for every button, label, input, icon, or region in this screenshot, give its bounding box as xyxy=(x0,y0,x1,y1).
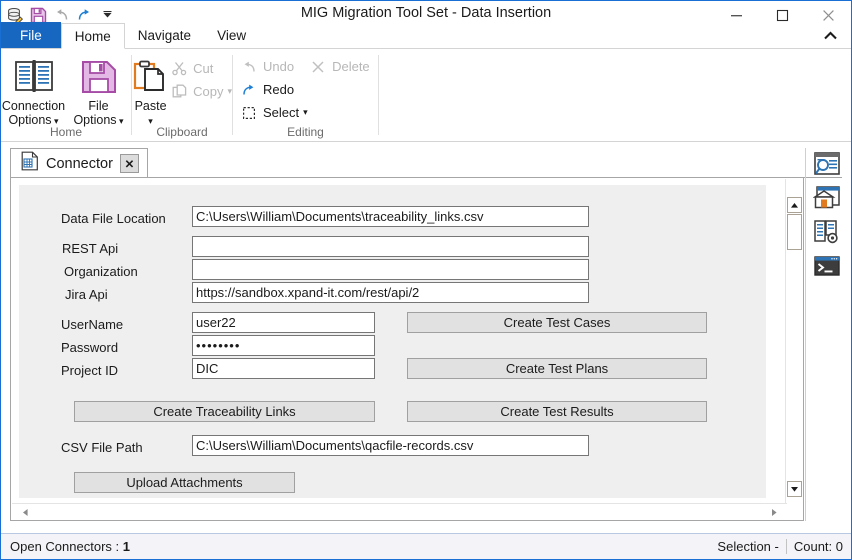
scroll-left-button[interactable] xyxy=(20,507,30,517)
select-icon xyxy=(239,103,259,123)
file-options-label-line1: File xyxy=(88,99,109,113)
copy-label: Copy xyxy=(193,84,224,99)
book-icon xyxy=(13,55,55,99)
input-username[interactable]: user22 xyxy=(192,312,375,333)
label-data-file-location: Data File Location xyxy=(61,211,166,226)
scroll-up-button[interactable] xyxy=(787,197,802,213)
horizontal-scrollbar[interactable] xyxy=(12,503,787,519)
label-rest-api: REST Api xyxy=(62,241,119,256)
redo-button[interactable]: Redo xyxy=(239,78,378,101)
status-selection-label: Selection - xyxy=(717,539,779,554)
connector-form-panel: Data File Location C:\Users\William\Docu… xyxy=(10,177,804,521)
redo-icon[interactable] xyxy=(74,5,94,25)
status-bar: Open Connectors : 1 Selection - Count: 0 xyxy=(1,533,851,559)
input-password[interactable]: •••••••• xyxy=(192,335,375,356)
label-csv-file-path: CSV File Path xyxy=(61,440,143,455)
input-jira-api[interactable]: https://sandbox.xpand-it.com/rest/api/2 xyxy=(192,282,589,303)
cut-button: Cut xyxy=(169,57,232,80)
label-username: UserName xyxy=(61,317,124,332)
tab-view[interactable]: View xyxy=(204,22,259,48)
side-rail xyxy=(809,148,845,288)
input-project-id[interactable]: DIC xyxy=(192,358,375,379)
redo-label: Redo xyxy=(263,82,295,97)
customize-qat-icon[interactable] xyxy=(97,5,117,25)
connector-document-icon xyxy=(21,151,39,176)
document-tab-connector[interactable]: Connector ✕ xyxy=(10,148,148,178)
side-rail-divider xyxy=(805,148,806,521)
undo-button: Undo xyxy=(239,55,294,78)
connection-options-label-line1: Connection xyxy=(1,99,66,113)
copy-icon xyxy=(169,82,189,102)
cut-label: Cut xyxy=(193,61,214,76)
create-test-plans-button[interactable]: Create Test Plans xyxy=(407,358,707,379)
status-count-label: Count: 0 xyxy=(785,539,843,554)
connection-options-button[interactable]: Connection Options ▾ xyxy=(1,53,66,127)
floppy-save-icon xyxy=(80,55,118,99)
copy-button: Copy ▾ xyxy=(169,80,232,103)
application-window: MIG Migration Tool Set - Data Insertion … xyxy=(0,0,852,560)
tab-navigate[interactable]: Navigate xyxy=(125,22,204,48)
select-button[interactable]: Select ▾ xyxy=(239,101,378,124)
redo-icon xyxy=(239,80,259,100)
delete-x-icon xyxy=(308,57,328,77)
input-data-file-location[interactable]: C:\Users\William\Documents\traceability_… xyxy=(192,206,589,227)
undo-icon xyxy=(239,57,259,77)
ribbon-group-label-editing: Editing xyxy=(287,125,324,139)
tab-file[interactable]: File xyxy=(1,22,61,48)
document-tab-label: Connector xyxy=(46,155,113,172)
ribbon-group-home: Connection Options ▾ File Options ▾ Home xyxy=(1,49,131,141)
delete-button: Delete xyxy=(308,55,370,78)
ribbon-group-editing: Undo Delete Redo Select ▾ Editing xyxy=(233,49,378,141)
scissors-icon xyxy=(169,59,189,79)
scroll-down-button[interactable] xyxy=(787,481,802,497)
create-traceability-links-button[interactable]: Create Traceability Links xyxy=(74,401,375,422)
label-organization: Organization xyxy=(64,264,138,279)
label-jira-api: Jira Api xyxy=(65,287,108,302)
archive-bank-icon[interactable] xyxy=(811,182,843,214)
status-right-group: Selection - Count: 0 xyxy=(717,539,851,554)
form-area: Data File Location C:\Users\William\Docu… xyxy=(19,185,766,498)
create-test-cases-button[interactable]: Create Test Cases xyxy=(407,312,707,333)
delete-label: Delete xyxy=(332,59,370,74)
undo-label: Undo xyxy=(263,59,295,74)
book-settings-icon[interactable] xyxy=(811,216,843,248)
status-open-connectors: Open Connectors : 1 xyxy=(1,539,130,554)
ribbon-group-label-clipboard: Clipboard xyxy=(156,125,208,139)
upload-attachments-button[interactable]: Upload Attachments xyxy=(74,472,295,493)
select-label: Select xyxy=(263,105,300,120)
input-csv-file-path[interactable]: C:\Users\William\Documents\qacfile-recor… xyxy=(192,435,589,456)
paste-icon xyxy=(133,55,169,99)
file-options-button[interactable]: File Options ▾ xyxy=(66,53,131,127)
label-project-id: Project ID xyxy=(61,363,119,378)
vertical-scrollbar[interactable] xyxy=(785,179,802,503)
ribbon-tab-bar: File Home Navigate View xyxy=(1,22,851,49)
ribbon-group-clipboard: Paste ▾ Cut Copy ▾ Clipboard xyxy=(132,49,232,141)
ribbon-separator xyxy=(378,55,379,135)
console-terminal-icon[interactable] xyxy=(811,250,843,282)
ribbon-group-label-home: Home xyxy=(49,125,82,139)
input-rest-api[interactable] xyxy=(192,236,589,257)
vertical-scrollbar-thumb[interactable] xyxy=(787,214,802,250)
status-open-connectors-value: 1 xyxy=(122,539,130,554)
chevron-down-icon[interactable]: ▾ xyxy=(303,108,308,117)
paste-button[interactable]: Paste ▾ xyxy=(132,53,169,127)
tab-home[interactable]: Home xyxy=(60,23,125,49)
ribbon: ConnectionOptions ▾ FileOptions ▾ Home xyxy=(1,49,851,142)
search-window-icon[interactable] xyxy=(811,148,843,180)
document-tab-strip: Connector ✕ xyxy=(10,148,842,178)
status-open-connectors-label: Open Connectors : xyxy=(10,539,120,554)
paste-label: Paste xyxy=(134,99,167,113)
create-test-results-button[interactable]: Create Test Results xyxy=(407,401,707,422)
scroll-right-button[interactable] xyxy=(769,507,779,517)
chevron-up-icon[interactable] xyxy=(821,27,839,45)
input-organization[interactable] xyxy=(192,259,589,280)
document-tab-close-icon[interactable]: ✕ xyxy=(119,154,139,173)
label-password: Password xyxy=(61,340,119,355)
